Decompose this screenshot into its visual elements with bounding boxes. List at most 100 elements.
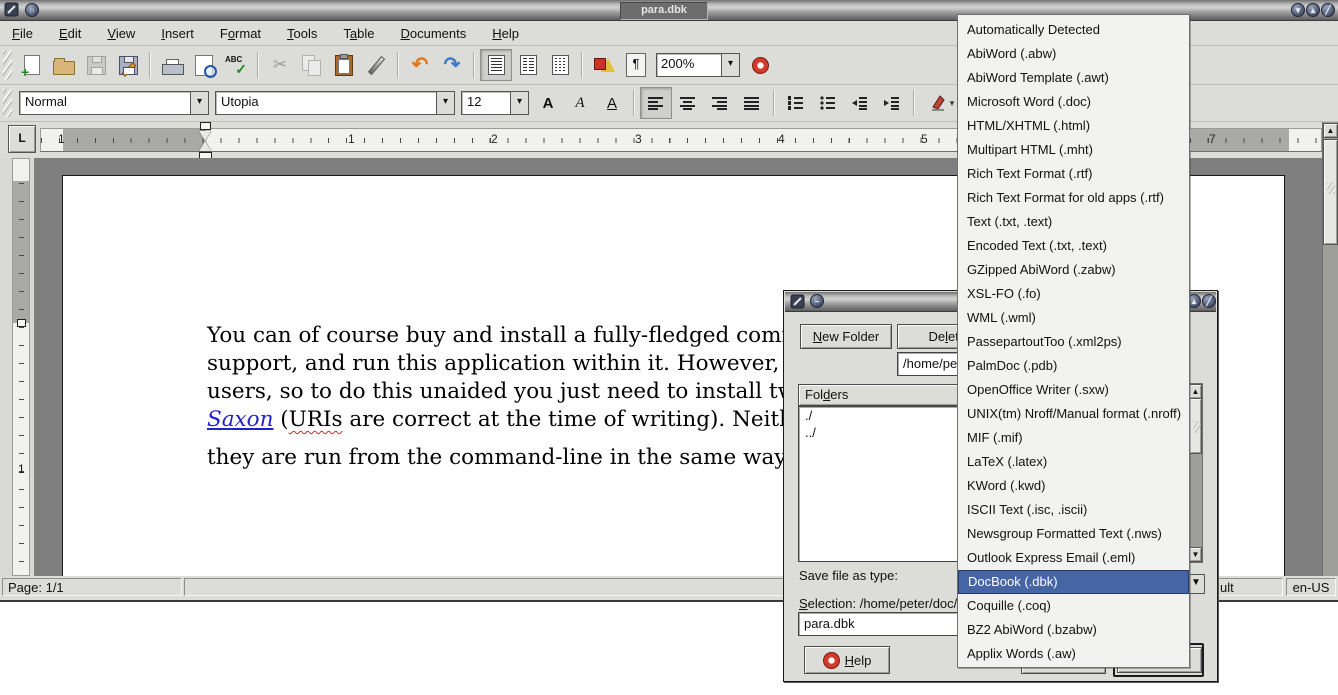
three-columns-button[interactable] <box>544 49 576 81</box>
close-button[interactable]: ╱ <box>1321 3 1335 17</box>
dropdown-item[interactable]: Microsoft Word (.doc) <box>958 90 1189 114</box>
align-left-button[interactable] <box>640 87 672 119</box>
dropdown-item[interactable]: OpenOffice Writer (.sxw) <box>958 378 1189 402</box>
help-lifebuoy-icon <box>823 652 840 669</box>
save-as-button[interactable] <box>112 49 144 81</box>
font-dropdown-button[interactable]: ▾ <box>437 91 455 115</box>
dropdown-item[interactable]: Rich Text Format for old apps (.rtf) <box>958 186 1189 210</box>
dropdown-item[interactable]: HTML/XHTML (.html) <box>958 114 1189 138</box>
vertical-ruler[interactable]: 1 <box>12 158 30 576</box>
spellcheck-button[interactable]: ABC✓ <box>220 49 252 81</box>
menu-edit[interactable]: Edit <box>59 26 81 41</box>
first-line-indent-marker[interactable] <box>200 122 211 130</box>
saxon-hyperlink[interactable]: Saxon <box>207 407 273 432</box>
italic-button[interactable]: A <box>564 87 596 119</box>
dropdown-item[interactable]: BZ2 AbiWord (.bzabw) <box>958 618 1189 642</box>
new-folder-button[interactable]: New Folder <box>800 324 892 349</box>
two-columns-button[interactable] <box>512 49 544 81</box>
save-type-dropdown-button[interactable]: ▼ <box>1188 574 1205 594</box>
dropdown-item[interactable]: MIF (.mif) <box>958 426 1189 450</box>
align-right-button[interactable] <box>704 87 736 119</box>
dialog-minimize-button[interactable]: – <box>810 294 824 308</box>
menu-view[interactable]: View <box>107 26 135 41</box>
dropdown-item[interactable]: Coquille (.coq) <box>958 594 1189 618</box>
dialog-close-button[interactable]: ╱ <box>1202 294 1216 308</box>
zoom-input[interactable]: 200% <box>656 53 722 77</box>
dropdown-item[interactable]: AbiWord Template (.awt) <box>958 66 1189 90</box>
indent-marker-top[interactable] <box>199 131 211 141</box>
menu-help[interactable]: Help <box>492 26 519 41</box>
bullet-list-button[interactable] <box>812 87 844 119</box>
dialog-help-button[interactable]: Help <box>804 646 890 674</box>
dropdown-item[interactable]: WML (.wml) <box>958 306 1189 330</box>
dropdown-item[interactable]: Newsgroup Formatted Text (.nws) <box>958 522 1189 546</box>
menu-format[interactable]: Format <box>220 26 261 41</box>
undo-button[interactable]: ↶ <box>404 49 436 81</box>
scrollbar-thumb[interactable] <box>1323 139 1338 245</box>
dropdown-item[interactable]: PalmDoc (.pdb) <box>958 354 1189 378</box>
folder-item[interactable]: ./ <box>799 407 983 424</box>
paste-button[interactable] <box>328 49 360 81</box>
style-select[interactable]: Normal <box>19 91 191 115</box>
show-paragraphs-button[interactable]: ¶ <box>620 49 652 81</box>
size-select[interactable]: 12 <box>461 91 511 115</box>
vertical-scrollbar[interactable]: ▲ <box>1322 122 1338 576</box>
help-button[interactable] <box>744 49 776 81</box>
bold-button[interactable]: A <box>532 87 564 119</box>
align-center-button[interactable] <box>672 87 704 119</box>
menu-insert[interactable]: Insert <box>161 26 194 41</box>
dropdown-item[interactable]: Encoded Text (.txt, .text) <box>958 234 1189 258</box>
toolbar-grip[interactable] <box>3 50 12 80</box>
dropdown-item[interactable]: ISCII Text (.isc, .iscii) <box>958 498 1189 522</box>
dropdown-item[interactable]: Text (.txt, .text) <box>958 210 1189 234</box>
window-menu-button[interactable]: ○ <box>25 3 39 17</box>
dropdown-item[interactable]: KWord (.kwd) <box>958 474 1189 498</box>
stylus-button[interactable] <box>360 49 392 81</box>
align-justify-button[interactable] <box>736 87 768 119</box>
underline-button[interactable]: A <box>596 87 628 119</box>
dropdown-item[interactable]: AbiWord (.abw) <box>958 42 1189 66</box>
folder-item[interactable]: ../ <box>799 424 983 441</box>
indent-marker-bottom[interactable] <box>199 141 211 151</box>
redo-button[interactable]: ↷ <box>436 49 468 81</box>
dropdown-item[interactable]: UNIX(tm) Nroff/Manual format (.nroff) <box>958 402 1189 426</box>
maximize-button[interactable]: ▴ <box>1306 3 1320 17</box>
dropdown-item[interactable]: Automatically Detected <box>958 18 1189 42</box>
toolbar-grip[interactable] <box>3 89 12 117</box>
dropdown-item[interactable]: Applix Words (.aw) <box>958 642 1189 666</box>
numbered-list-button[interactable] <box>780 87 812 119</box>
dropdown-item[interactable]: Rich Text Format (.rtf) <box>958 162 1189 186</box>
scroll-down-button[interactable]: ▼ <box>1189 547 1202 562</box>
one-column-button[interactable] <box>480 49 512 81</box>
scroll-up-button[interactable]: ▲ <box>1189 384 1202 399</box>
print-preview-button[interactable] <box>188 49 220 81</box>
menu-tools[interactable]: Tools <box>287 26 317 41</box>
zoom-dropdown-button[interactable]: ▾ <box>722 53 740 77</box>
dropdown-item[interactable]: XSL-FO (.fo) <box>958 282 1189 306</box>
dropdown-item[interactable]: GZipped AbiWord (.zabw) <box>958 258 1189 282</box>
ruler-ticks <box>19 183 24 571</box>
indent-button[interactable] <box>876 87 908 119</box>
dropdown-item[interactable]: Multipart HTML (.mht) <box>958 138 1189 162</box>
dropdown-item[interactable]: Outlook Express Email (.eml) <box>958 546 1189 570</box>
insert-symbol-button[interactable] <box>588 49 620 81</box>
style-dropdown-button[interactable]: ▾ <box>191 91 209 115</box>
dropdown-item-selected[interactable]: DocBook (.dbk) <box>958 570 1189 594</box>
menu-documents[interactable]: Documents <box>401 26 467 41</box>
scroll-up-button[interactable]: ▲ <box>1323 123 1338 138</box>
dropdown-item[interactable]: PassepartoutToo (.xml2ps) <box>958 330 1189 354</box>
files-scrollbar[interactable]: ▲ ▼ <box>1188 383 1203 563</box>
print-button[interactable] <box>156 49 188 81</box>
menu-table[interactable]: Table <box>343 26 374 41</box>
minimize-button[interactable]: ▾ <box>1291 3 1305 17</box>
open-button[interactable] <box>48 49 80 81</box>
top-margin-marker[interactable] <box>17 319 26 327</box>
new-document-button[interactable]: + <box>16 49 48 81</box>
size-dropdown-button[interactable]: ▾ <box>511 91 529 115</box>
scrollbar-thumb[interactable] <box>1189 398 1202 454</box>
menu-file[interactable]: File <box>12 26 33 41</box>
unindent-button[interactable] <box>844 87 876 119</box>
font-select[interactable]: Utopia <box>215 91 437 115</box>
tab-stop-selector[interactable]: L <box>8 125 36 153</box>
dropdown-item[interactable]: LaTeX (.latex) <box>958 450 1189 474</box>
